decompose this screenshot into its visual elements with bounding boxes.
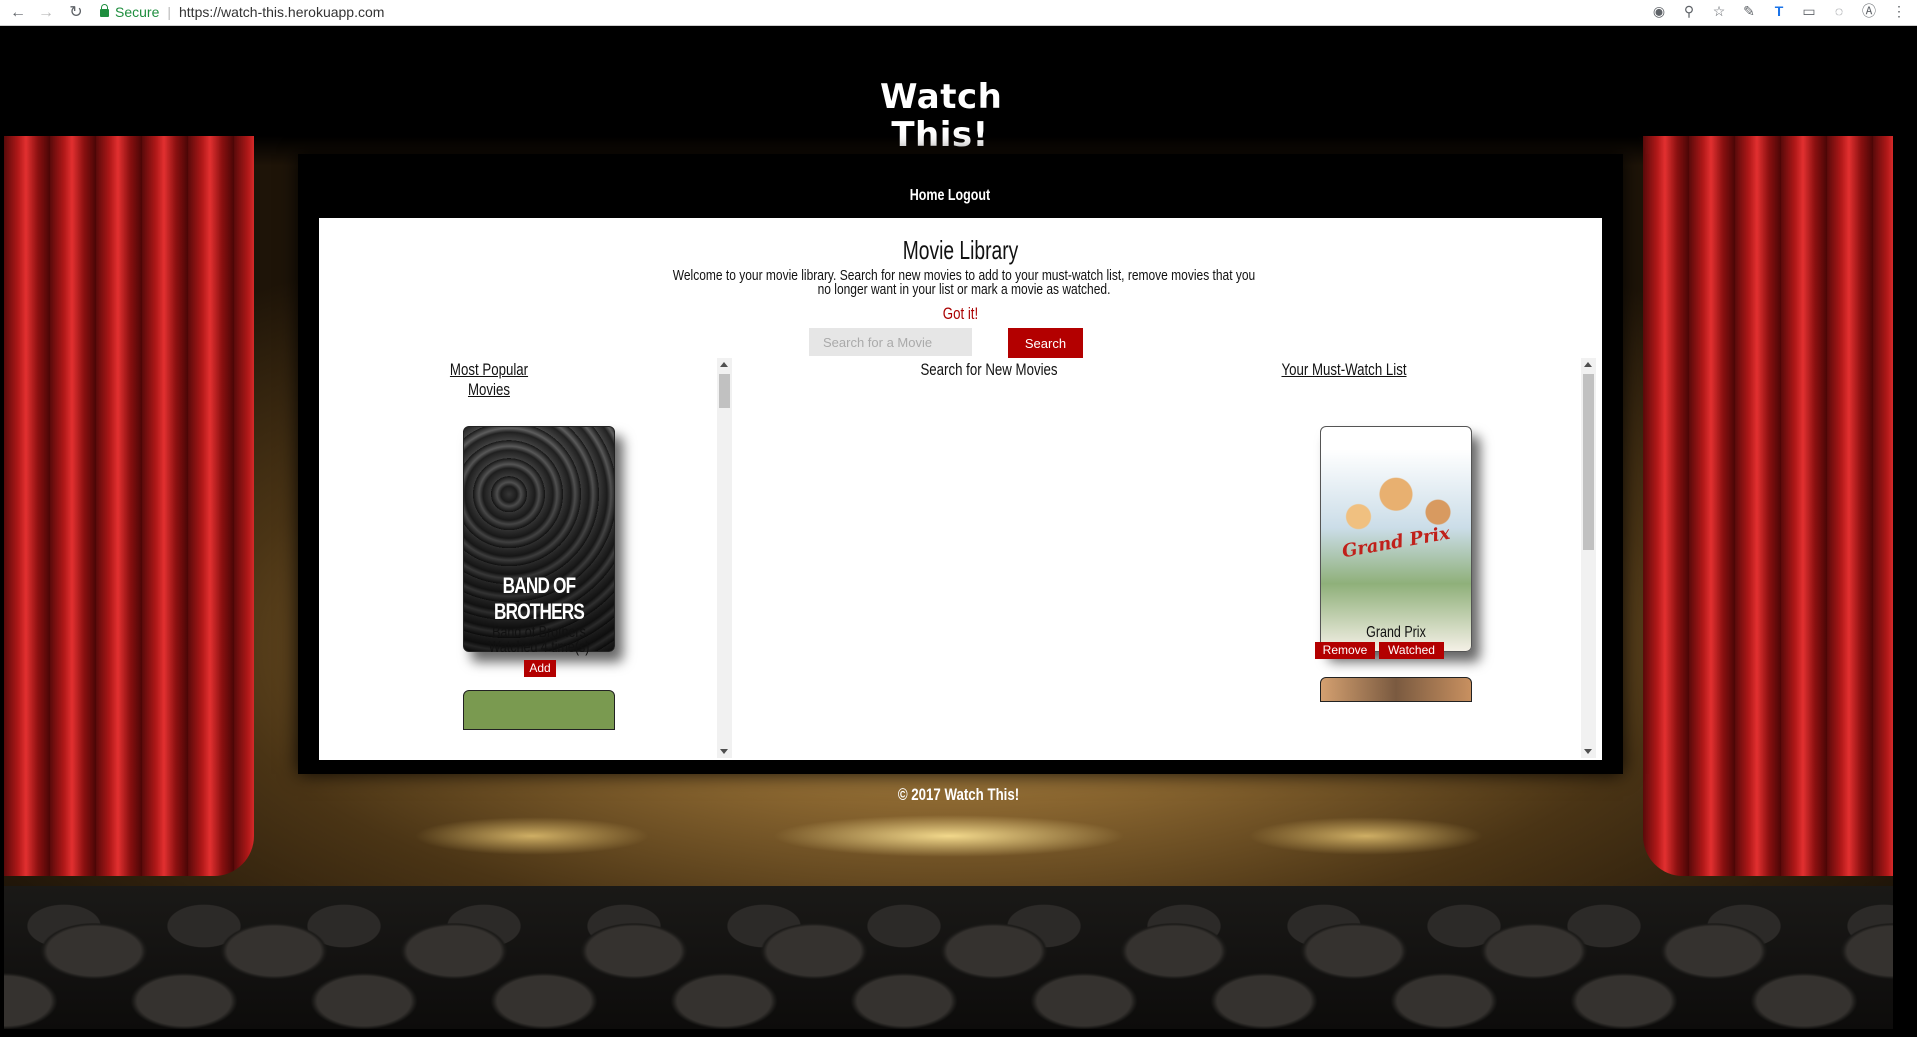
movie-library-panel: Movie Library Welcome to your movie libr… bbox=[319, 218, 1602, 760]
url-text: https://watch-this.herokuapp.com bbox=[179, 4, 385, 20]
popular-scrollbar[interactable] bbox=[717, 358, 732, 758]
key-icon[interactable]: ⚲ bbox=[1681, 3, 1697, 19]
page-title: Movie Library bbox=[902, 235, 1019, 265]
search-button[interactable]: Search bbox=[1008, 328, 1083, 358]
star-icon[interactable]: ☆ bbox=[1711, 3, 1727, 19]
watched-button[interactable]: Watched bbox=[1379, 642, 1444, 659]
address-bar[interactable]: Secure | https://watch-this.herokuapp.com bbox=[100, 1, 1840, 24]
top-nav: Home Logout bbox=[895, 187, 1004, 205]
forward-arrow-icon[interactable]: → bbox=[36, 3, 56, 23]
movie-poster[interactable] bbox=[1320, 677, 1472, 702]
site-title: Watch This! bbox=[880, 77, 1003, 155]
must-watch-scrollbar[interactable] bbox=[1581, 358, 1596, 758]
nav-logout-link[interactable]: Logout bbox=[948, 187, 990, 204]
add-button[interactable]: Add bbox=[524, 660, 556, 677]
search-input[interactable] bbox=[809, 328, 972, 356]
footer-copyright: © 2017 Watch This! bbox=[897, 785, 1020, 804]
theater-seats bbox=[4, 886, 1893, 1029]
back-arrow-icon[interactable]: ← bbox=[8, 3, 28, 23]
menu-dots-icon[interactable]: ⋮ bbox=[1891, 3, 1907, 19]
got-it-link[interactable]: Got it! bbox=[460, 304, 1461, 324]
left-curtain bbox=[4, 136, 254, 876]
stage-lights bbox=[254, 806, 1644, 866]
cast-icon[interactable]: ▭ bbox=[1801, 3, 1817, 19]
welcome-text: Welcome to your movie library. Search fo… bbox=[672, 267, 1256, 298]
reload-icon[interactable]: ↻ bbox=[66, 3, 86, 23]
skype-icon[interactable]: Ⓐ bbox=[1861, 3, 1877, 19]
movie-poster[interactable]: Grand Prix bbox=[1320, 426, 1472, 652]
secure-label: Secure bbox=[115, 4, 160, 20]
sync-icon[interactable]: ◌ bbox=[1831, 3, 1847, 19]
extension-icons: ◉ ⚲ ☆ ✎ T ▭ ◌ Ⓐ ⋮ bbox=[1637, 3, 1907, 23]
right-curtain bbox=[1643, 136, 1893, 876]
movie-poster[interactable]: BAND OF BROTHERS bbox=[463, 426, 615, 652]
nav-home-link[interactable]: Home bbox=[910, 187, 945, 204]
browser-toolbar: ← → ↻ Secure | https://watch-this.herokuap… bbox=[0, 0, 1917, 26]
lock-icon bbox=[100, 4, 109, 17]
popular-movies-list: BAND OF BROTHERS Band of Brothers Watche… bbox=[319, 358, 719, 760]
remove-button[interactable]: Remove bbox=[1315, 642, 1375, 659]
pen-icon[interactable]: ✎ bbox=[1741, 3, 1757, 19]
watched-count: Watched 4 time(s) bbox=[488, 639, 590, 656]
extension-t-icon[interactable]: T bbox=[1771, 3, 1787, 19]
search-movies-heading: Search for New Movies bbox=[920, 360, 1058, 379]
movie-poster[interactable] bbox=[463, 690, 615, 730]
must-watch-list: Grand Prix Grand Prix Remove Watched bbox=[1179, 358, 1579, 760]
movie-title: Grand Prix bbox=[1366, 624, 1426, 641]
shield-icon[interactable]: ◉ bbox=[1651, 3, 1667, 19]
